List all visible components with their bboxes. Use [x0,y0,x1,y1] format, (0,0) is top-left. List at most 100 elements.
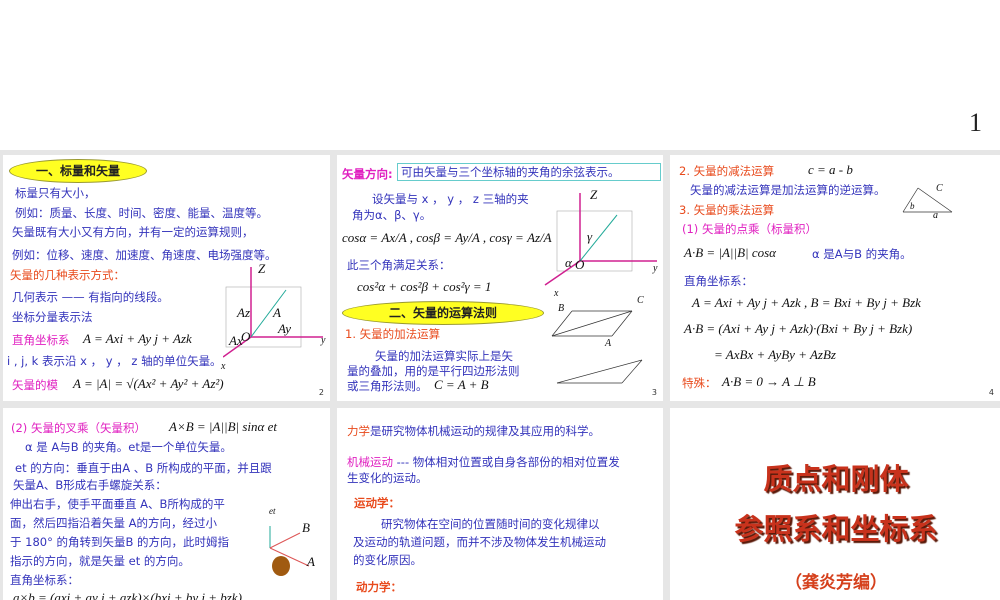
axis-label: y [653,263,658,274]
page-number: 1 [969,108,982,137]
vector-label: et [269,506,276,516]
text-line: 设矢量与 x ， y ， z 三轴的夹 [372,192,529,206]
text-line: 几何表示 —— 有指向的线段。 [12,290,169,304]
title-line: 质点和刚体 [763,462,909,496]
vector-label: B [302,520,310,535]
formula: = AxBx + AyBy + AzBz [714,347,836,362]
text-line: 面，然后四指沿着矢量 A的方向，经过小 [10,516,218,530]
axis-label: x [554,288,559,299]
text-line: 的变化原因。 [353,553,422,567]
vector-label: A [307,554,315,569]
vector-label: C [936,183,943,194]
vector-label: C [637,295,644,306]
slide-7-thumbnail[interactable]: 质点和刚体 参照系和坐标系 （龚炎芳编） [670,408,1000,600]
axis-label: Z [590,187,598,202]
slide-2-thumbnail[interactable]: 一、标量和矢量 标量只有大小， 例如：质量、长度、时间、密度、能量、温度等。 矢… [3,155,330,401]
text-line: 或三角形法则。 [347,379,428,393]
subheading: 3. 矢量的乘法运算 [679,203,775,217]
formula: A·B = |A||B| cosα [684,245,776,260]
text-line: 研究物体在空间的位置随时间的变化规律以 [381,517,600,531]
special-label: 特殊： [682,376,717,390]
text-line: 角为α、β、γ。 [352,208,432,222]
axis-label: y [321,335,326,346]
subheading: 运动学： [354,496,400,510]
formula: c = a - b [808,162,853,177]
vector-label: b [910,201,915,211]
origin-label: O [575,257,585,272]
text-line: 矢量的加法运算实际上是矢 [375,349,513,363]
subheading: (2) 矢量的叉乘（矢量积） [11,421,146,435]
keyword: 机械运动 [347,455,393,469]
text-line: et 的方向：垂直于由A 、B 所构成的平面，并且跟 [15,461,272,475]
text-line: 伸出右手，使手平面垂直 A、B所构成的平 [10,497,225,511]
slide-6-thumbnail[interactable]: 力学是研究物体机械运动的规律及其应用的科学。 机械运动 --- 物体相对位置或自… [337,408,663,600]
origin-label: O [241,329,251,344]
text-line: 于 180° 的角转到矢量B 的方向，此时姆指 [10,535,230,549]
slide-4-thumbnail[interactable]: 2. 矢量的减法运算 c = a - b 矢量的减法运算是加法运算的逆运算。 3… [670,155,1000,401]
text-line: 坐标分量表示法 [12,310,93,324]
formula: cosα = Ax/A , cosβ = Ay/A , cosγ = Az/A [342,230,552,245]
slide-3-thumbnail[interactable]: 矢量方向: 可由矢量与三个坐标轴的夹角的余弦表示。 设矢量与 x ， y ， z… [337,155,663,401]
vector-label: B [558,303,565,314]
text-line: 标量只有大小， [15,186,96,200]
title-line: 参照系和坐标系 [734,512,938,546]
text-line: 指示的方向，就是矢量 et 的方向。 [10,554,190,568]
text-line: 矢量的减法运算是加法运算的逆运算。 [690,183,886,197]
text-line: 此三个角满足关系： [347,258,451,272]
slide-number: 3 [651,388,657,397]
section-heading: 一、标量和矢量 [9,159,147,183]
text-line: 机械运动 --- 物体相对位置或自身各部份的相对位置发 [347,454,620,470]
vector-label: A [605,338,612,349]
text: --- 物体相对位置或自身各部份的相对位置发 [393,455,620,469]
subheading: (1) 矢量的点乘（标量积） [682,222,817,236]
section-heading: 二、矢量的运算法则 [342,301,544,325]
direction-text: 可由矢量与三个坐标轴的夹角的余弦表示。 [397,163,661,181]
text-line: 力学是研究物体机械运动的规律及其应用的科学。 [347,423,600,439]
axis-label: Z [258,261,266,276]
text: 是研究物体机械运动的规律及其应用的科学。 [370,424,600,438]
right-hand-icon [272,556,290,576]
text-line: 直角坐标系： [684,274,753,288]
component-label: Az [237,305,250,320]
slide-number: 2 [318,388,324,397]
direction-label: 矢量方向: [342,167,393,181]
text-line: 生变化的运动。 [347,471,428,485]
formula: A×B = |A||B| sinα et [169,419,277,434]
vector-label: A [273,305,281,320]
formula: A·B = 0 → A ⊥ B [722,374,816,389]
text-line: 及运动的轨道问题，而并不涉及物体发生机械运动 [353,535,606,549]
subheading: 2. 矢量的减法运算 [679,164,775,178]
angle-label: γ [587,229,593,244]
text-line: 矢量的几种表示方式： [10,268,125,282]
formula: A·B = (Axi + Ay j + Azk)·(Bxi + By j + B… [684,321,913,336]
axis-label: x [221,361,226,372]
subtraction-diagram [902,187,953,213]
slide-number: 4 [988,388,994,397]
formula: cos²α + cos²β + cos²γ = 1 [357,279,492,294]
component-label: Ay [278,321,291,336]
text-line: 矢量的模 [12,378,58,392]
formula: A = Axi + Ay j + Azk , B = Bxi + By j + … [692,295,921,310]
formula: A = Axi + Ay j + Azk [83,331,192,346]
keyword: 力学 [347,424,370,438]
cross-product-diagram [269,526,310,576]
text-line: 直角坐标系： [10,573,79,587]
text-line: i , j, k 表示沿 x ， y ， z 轴的单位矢量。 [7,354,222,368]
formula: C = A + B [434,377,489,392]
text-line: 例如：质量、长度、时间、密度、能量、温度等。 [15,206,268,220]
subheading: 1. 矢量的加法运算 [345,327,441,341]
text-line: 矢量既有大小又有方向，并有一定的运算规则， [12,225,254,239]
subheading: 动力学： [356,580,402,594]
text-line: α 是 A与B 的夹角。et是一个单位矢量。 [25,440,232,454]
vector-diagrams [544,193,657,384]
author: （龚炎芳编） [785,573,887,593]
text-line: 例如：位移、速度、加速度、角速度、电场强度等。 [12,248,277,262]
text-line: 直角坐标系 [12,333,70,347]
title-area: 1 [0,0,1000,150]
vector-label: a [933,210,938,221]
text-line: α 是A与B 的夹角。 [812,247,912,261]
angle-label: α [565,255,572,270]
text-line: 矢量A、B形成右手螺旋关系： [13,478,167,492]
slide-5-thumbnail[interactable]: (2) 矢量的叉乘（矢量积） A×B = |A||B| sinα et α 是 … [3,408,330,600]
formula: a×b = (axi + ay j + azk)×(bxi + by j + b… [13,590,242,600]
